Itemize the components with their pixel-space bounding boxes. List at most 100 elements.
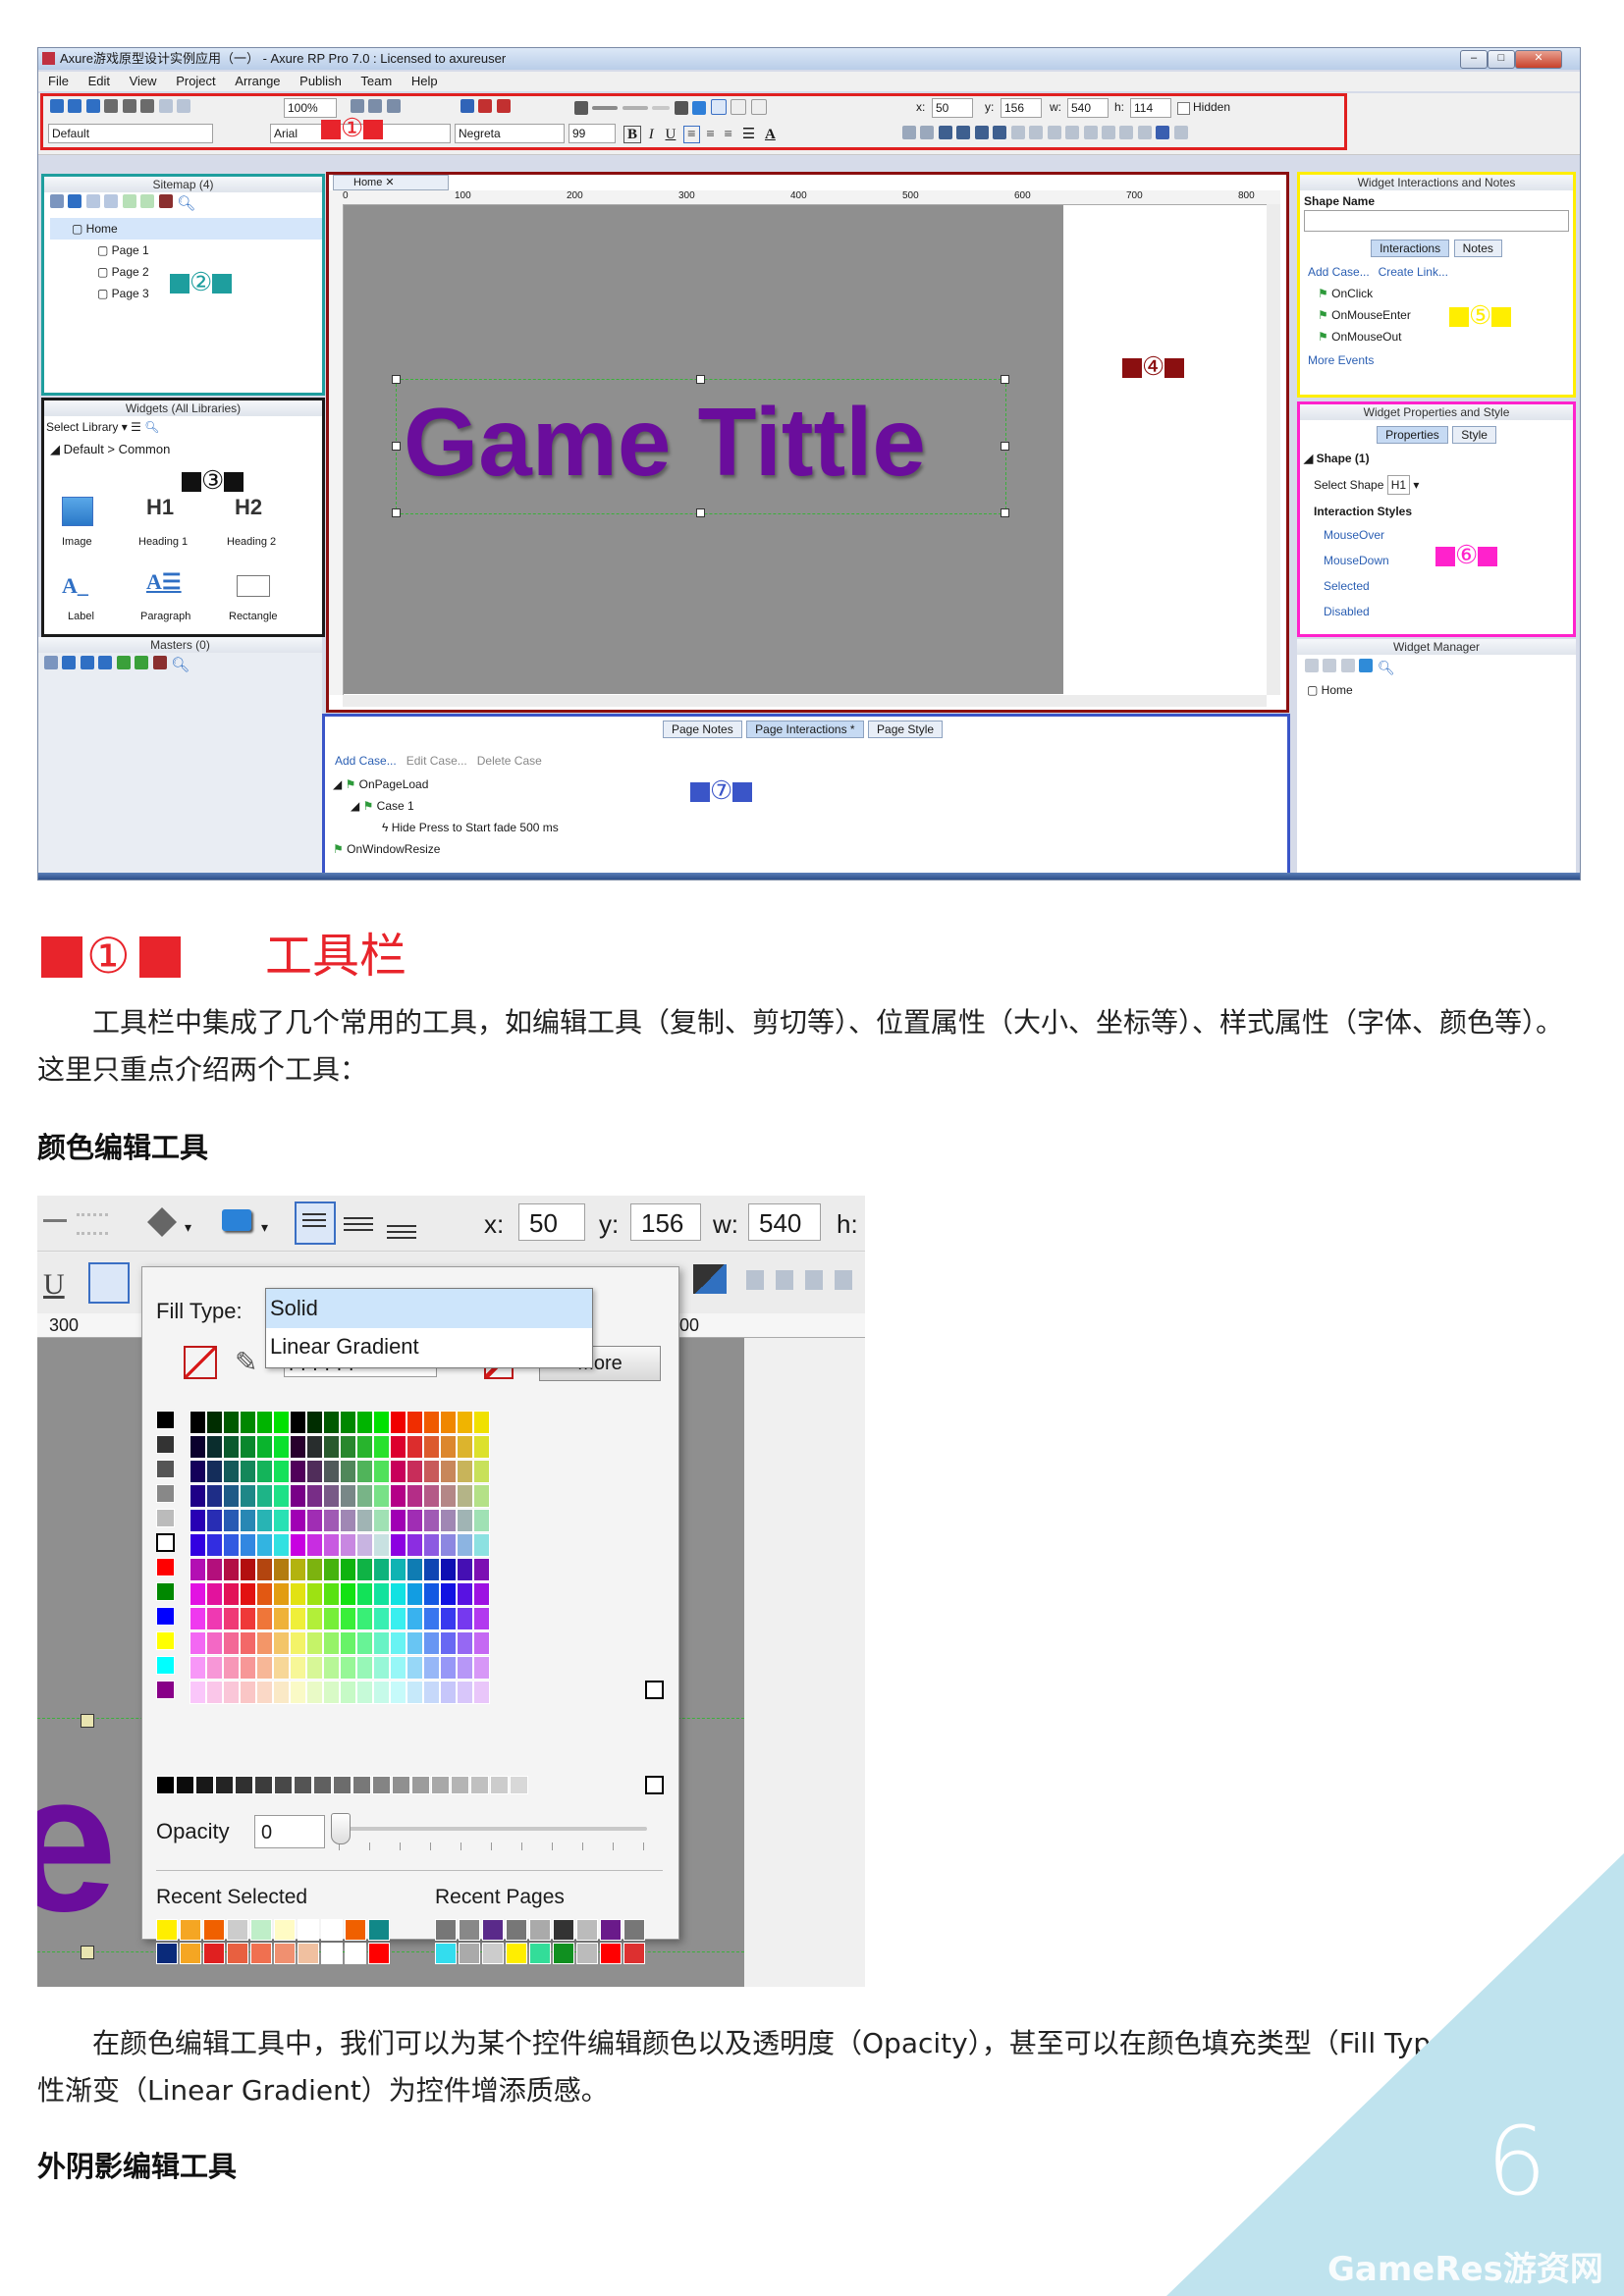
palette-swatch[interactable] bbox=[406, 1411, 423, 1434]
paragraph-widget-icon[interactable]: A☰ bbox=[146, 569, 182, 595]
recent-selected-swatch[interactable] bbox=[250, 1943, 272, 1964]
palette-swatch[interactable] bbox=[356, 1681, 373, 1704]
paste-icon[interactable] bbox=[140, 99, 155, 113]
palette-swatch[interactable] bbox=[390, 1656, 406, 1680]
palette-swatch[interactable] bbox=[240, 1656, 256, 1680]
palette-swatch[interactable] bbox=[189, 1631, 206, 1655]
palette-swatch[interactable] bbox=[356, 1558, 373, 1581]
palette-swatch[interactable] bbox=[206, 1656, 223, 1680]
recent-selected-swatch[interactable] bbox=[203, 1943, 225, 1964]
palette-swatch[interactable] bbox=[423, 1460, 440, 1483]
palette-swatch[interactable] bbox=[290, 1631, 306, 1655]
palette-swatch[interactable] bbox=[306, 1656, 323, 1680]
gray-swatch[interactable] bbox=[215, 1776, 234, 1794]
outer-shadow-icon[interactable] bbox=[222, 1209, 251, 1231]
palette-swatch[interactable] bbox=[406, 1460, 423, 1483]
palette-swatch[interactable] bbox=[290, 1484, 306, 1508]
recent-selected-swatch[interactable] bbox=[203, 1919, 225, 1941]
palette-swatch[interactable] bbox=[440, 1533, 457, 1557]
palette-swatch[interactable] bbox=[323, 1582, 340, 1606]
add-case-link[interactable]: Add Case... bbox=[1308, 265, 1370, 279]
palette-swatch[interactable] bbox=[373, 1631, 390, 1655]
palette-swatch[interactable] bbox=[440, 1484, 457, 1508]
palette-swatch[interactable] bbox=[423, 1631, 440, 1655]
send-back-icon[interactable] bbox=[693, 1264, 727, 1294]
recent-selected-swatch[interactable] bbox=[156, 1943, 178, 1964]
recent-selected-swatch[interactable] bbox=[250, 1919, 272, 1941]
palette-swatch[interactable] bbox=[440, 1681, 457, 1704]
palette-swatch[interactable] bbox=[340, 1460, 356, 1483]
connector-icon[interactable] bbox=[386, 99, 401, 113]
palette-swatch[interactable] bbox=[189, 1558, 206, 1581]
palette-swatch[interactable] bbox=[223, 1607, 240, 1630]
event-onmouseenter[interactable]: ⚑ OnMouseEnter bbox=[1318, 304, 1573, 326]
select-contain-icon[interactable] bbox=[368, 99, 383, 113]
palette-swatch[interactable] bbox=[256, 1607, 273, 1630]
game-title-text[interactable]: Game Tittle bbox=[404, 383, 926, 501]
palette-swatch[interactable] bbox=[340, 1509, 356, 1532]
tab-interactions[interactable]: Interactions bbox=[1371, 240, 1450, 257]
palette-swatch[interactable] bbox=[457, 1607, 473, 1630]
palette-swatch[interactable] bbox=[273, 1509, 290, 1532]
gray-swatch[interactable] bbox=[274, 1776, 293, 1794]
palette-swatch[interactable] bbox=[306, 1558, 323, 1581]
gray-swatch[interactable] bbox=[156, 1776, 175, 1794]
italic-button[interactable]: I bbox=[645, 127, 658, 142]
palette-swatch[interactable] bbox=[223, 1656, 240, 1680]
palette-swatch[interactable] bbox=[423, 1607, 440, 1630]
palette-swatch[interactable] bbox=[156, 1582, 175, 1601]
menu-project[interactable]: Project bbox=[176, 74, 215, 88]
palette-swatch[interactable] bbox=[373, 1656, 390, 1680]
palette-swatch[interactable] bbox=[189, 1509, 206, 1532]
distribute-v-icon[interactable] bbox=[1137, 126, 1152, 139]
label-widget-icon[interactable]: A_ bbox=[62, 573, 88, 599]
palette-swatch[interactable] bbox=[306, 1509, 323, 1532]
palette-swatch[interactable] bbox=[206, 1484, 223, 1508]
y-field[interactable]: 156 bbox=[630, 1203, 701, 1241]
palette-swatch[interactable] bbox=[390, 1631, 406, 1655]
palette-swatch[interactable] bbox=[356, 1509, 373, 1532]
palette-swatch[interactable] bbox=[440, 1656, 457, 1680]
palette-swatch[interactable] bbox=[273, 1582, 290, 1606]
recent-selected-swatch[interactable] bbox=[180, 1943, 201, 1964]
palette-swatch[interactable] bbox=[223, 1509, 240, 1532]
recent-page-swatch[interactable] bbox=[482, 1919, 504, 1941]
palette-swatch[interactable] bbox=[340, 1582, 356, 1606]
minimize-button[interactable]: – bbox=[1460, 50, 1488, 69]
palette-swatch[interactable] bbox=[340, 1631, 356, 1655]
palette-swatch[interactable] bbox=[256, 1681, 273, 1704]
indent-icon[interactable] bbox=[122, 194, 136, 208]
palette-swatch[interactable] bbox=[256, 1631, 273, 1655]
palette-swatch[interactable] bbox=[373, 1607, 390, 1630]
chevron-down-icon[interactable]: ▾ bbox=[185, 1219, 191, 1236]
recent-page-swatch[interactable] bbox=[435, 1943, 457, 1964]
publish-icon[interactable] bbox=[496, 99, 511, 113]
menu-team[interactable]: Team bbox=[360, 74, 392, 88]
palette-swatch[interactable] bbox=[373, 1484, 390, 1508]
resize-handle[interactable] bbox=[81, 1714, 94, 1728]
palette-swatch[interactable] bbox=[189, 1460, 206, 1483]
palette-swatch[interactable] bbox=[189, 1607, 206, 1630]
action-hide[interactable]: ϟ Hide Press to Start fade 500 ms bbox=[333, 817, 559, 838]
palette-swatch[interactable] bbox=[406, 1484, 423, 1508]
add-master-icon[interactable] bbox=[44, 656, 58, 669]
palette-swatch[interactable] bbox=[440, 1631, 457, 1655]
palette-swatch[interactable] bbox=[156, 1435, 175, 1454]
palette-swatch[interactable] bbox=[156, 1411, 175, 1429]
recent-page-swatch[interactable] bbox=[459, 1919, 480, 1941]
send-backward-icon[interactable] bbox=[974, 126, 989, 139]
search-icon[interactable]: 🔍︎ bbox=[1378, 660, 1395, 675]
palette-swatch[interactable] bbox=[323, 1435, 340, 1459]
palette-swatch[interactable] bbox=[356, 1435, 373, 1459]
palette-swatch[interactable] bbox=[473, 1509, 490, 1532]
palette-swatch[interactable] bbox=[373, 1681, 390, 1704]
palette-swatch[interactable] bbox=[273, 1435, 290, 1459]
palette-swatch[interactable] bbox=[423, 1558, 440, 1581]
w-field[interactable]: 540 bbox=[748, 1203, 821, 1241]
palette-swatch[interactable] bbox=[390, 1509, 406, 1532]
palette-swatch[interactable] bbox=[457, 1558, 473, 1581]
palette-swatch[interactable] bbox=[457, 1509, 473, 1532]
indent-icon[interactable] bbox=[116, 656, 131, 669]
sitemap-item-page1[interactable]: ▢ Page 1 bbox=[50, 240, 322, 261]
menu-view[interactable]: View bbox=[130, 74, 157, 88]
